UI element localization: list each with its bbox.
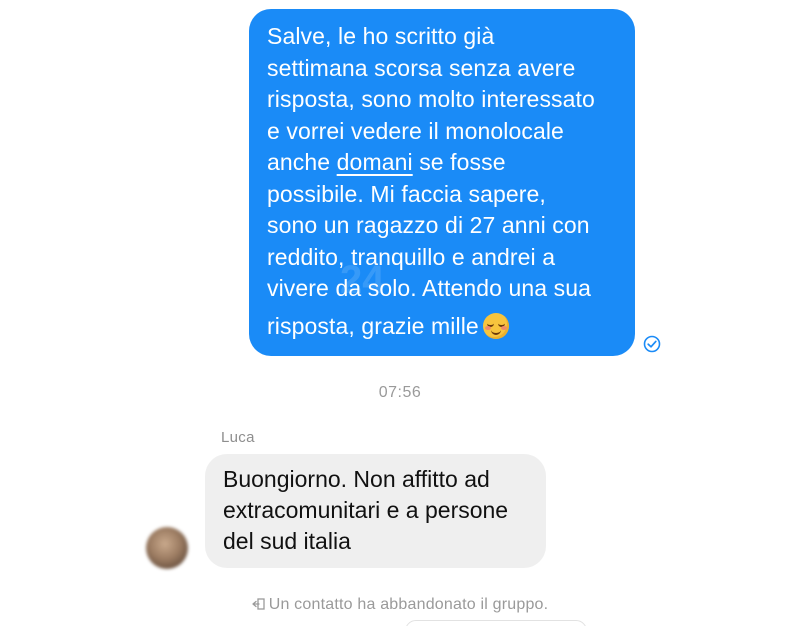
message-line: extracomunitari e a persone [223,497,509,523]
detected-date-link[interactable]: domani [337,149,413,175]
message-line: Salve, le ho scritto già [267,23,495,49]
outgoing-message-bubble[interactable]: Salve, le ho scritto già settimana scors… [249,9,635,356]
message-line: e vorrei vedere il monolocale [267,117,564,144]
message-text: risposta, grazie mille [267,312,479,339]
avatar[interactable] [146,527,188,569]
message-line: anche domani se fosse [267,147,623,179]
system-notice-text: Un contatto ha abbandonato il gruppo. [268,596,549,613]
message-text: se fosse [412,149,506,175]
incoming-message-bubble[interactable]: Buongiorno. Non affitto ad extracomunita… [205,454,546,568]
message-line: del sud italia [223,528,351,554]
message-line: Buongiorno. Non affitto ad [223,466,490,492]
sender-name: Luca [221,429,255,446]
partial-message-bubble [405,620,587,626]
message-line: possibile. Mi faccia sapere, [267,180,546,207]
message-line: vivere da solo. Attendo una sua [267,275,592,301]
message-line: sono un ragazzo di 27 anni con [267,212,590,238]
message-line: risposta, grazie mille [267,311,623,343]
system-notice: Un contatto ha abbandonato il gruppo. [0,596,800,614]
message-line: risposta, sono molto interessato [267,86,595,112]
smiling-face-emoji-icon [482,312,509,339]
message-text: anche [267,149,337,175]
message-line: reddito, tranquillo e andrei a [267,243,556,270]
message-timestamp: 07:56 [378,384,422,401]
message-line: settimana scorsa senza avere [267,54,576,81]
chat-screen: Salve, le ho scritto già settimana scors… [0,0,800,626]
leave-group-icon [252,598,265,610]
read-check-icon [643,335,661,353]
